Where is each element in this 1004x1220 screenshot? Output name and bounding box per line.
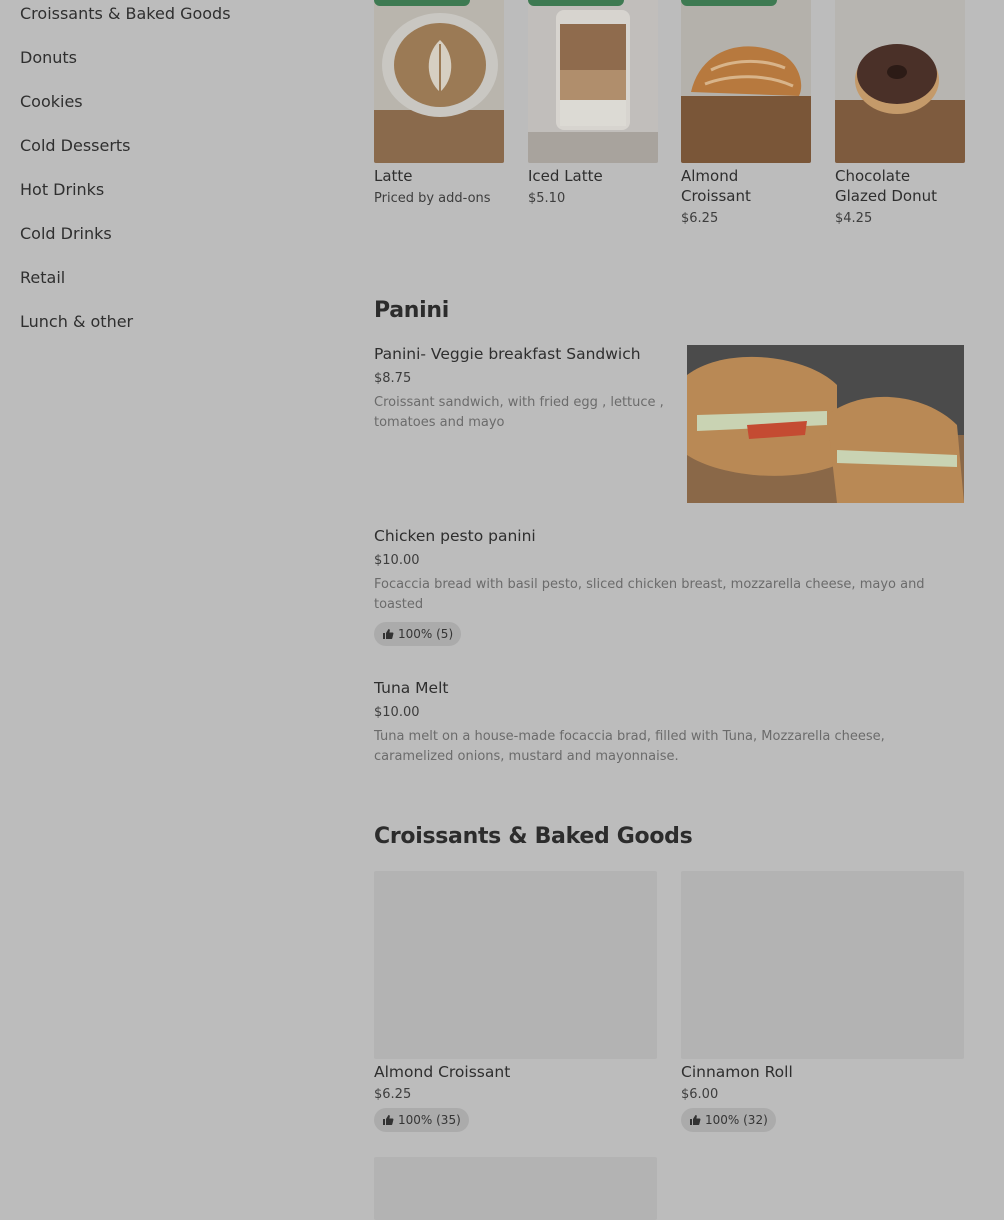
featured-item-name: Latte [374, 167, 413, 185]
item-name: Almond Croissant [374, 1063, 511, 1081]
rating-text: 100% (5) [398, 627, 454, 641]
featured-item-price: $4.25 [835, 211, 873, 226]
thumbs-up-icon [690, 1115, 701, 1125]
sidebar-item-cookies[interactable]: Cookies [20, 92, 83, 111]
item-name: Tuna Melt [374, 679, 449, 697]
featured-tag [681, 0, 777, 6]
item-image-placeholder [374, 871, 657, 1059]
featured-tag [374, 0, 470, 6]
sidebar-item-cold-desserts[interactable]: Cold Desserts [20, 136, 131, 155]
iced-latte-image [528, 0, 658, 163]
item-image-placeholder [681, 871, 964, 1059]
section-title-baked-goods: Croissants & Baked Goods [374, 824, 693, 849]
almond-croissant-image [681, 0, 811, 163]
thumbs-up-icon [383, 629, 394, 639]
sidebar-item-croissants[interactable]: Croissants & Baked Goods [20, 4, 231, 23]
sidebar-item-cold-drinks[interactable]: Cold Drinks [20, 224, 112, 243]
thumbs-up-icon [383, 1115, 394, 1125]
rating-text: 100% (32) [705, 1113, 768, 1127]
item-price: $10.00 [374, 705, 420, 720]
item-image-placeholder[interactable] [374, 1157, 657, 1220]
rating-text: 100% (35) [398, 1113, 461, 1127]
item-price: $6.25 [374, 1087, 412, 1102]
item-name: Chicken pesto panini [374, 527, 536, 545]
featured-item-price: $6.25 [681, 211, 719, 226]
rating-badge: 100% (35) [374, 1108, 469, 1132]
item-price: $6.00 [681, 1087, 719, 1102]
section-title-panini: Panini [374, 298, 449, 323]
item-name: Panini- Veggie breakfast Sandwich [374, 345, 641, 363]
featured-item-price: Priced by add-ons [374, 191, 491, 206]
sidebar-item-hot-drinks[interactable]: Hot Drinks [20, 180, 104, 199]
featured-item-name: Almond Croissant [681, 167, 751, 205]
featured-item-price: $5.10 [528, 191, 566, 206]
item-price: $8.75 [374, 371, 412, 386]
item-description: Croissant sandwich, with fried egg , let… [374, 395, 664, 430]
featured-tag [528, 0, 624, 6]
rating-badge: 100% (32) [681, 1108, 776, 1132]
item-name: Cinnamon Roll [681, 1063, 793, 1081]
item-description: Tuna melt on a house-made focaccia brad,… [374, 729, 885, 764]
chocolate-donut-image [835, 0, 965, 163]
sidebar-item-lunch[interactable]: Lunch & other [20, 312, 133, 331]
veggie-sandwich-image [687, 345, 964, 503]
item-price: $10.00 [374, 553, 420, 568]
featured-item-name: Chocolate Glazed Donut [835, 167, 937, 205]
featured-item-name: Iced Latte [528, 167, 603, 185]
sidebar-item-retail[interactable]: Retail [20, 268, 65, 287]
rating-badge: 100% (5) [374, 622, 462, 646]
latte-image [374, 0, 504, 163]
sidebar-item-donuts[interactable]: Donuts [20, 48, 77, 67]
item-description: Focaccia bread with basil pesto, sliced … [374, 577, 925, 612]
